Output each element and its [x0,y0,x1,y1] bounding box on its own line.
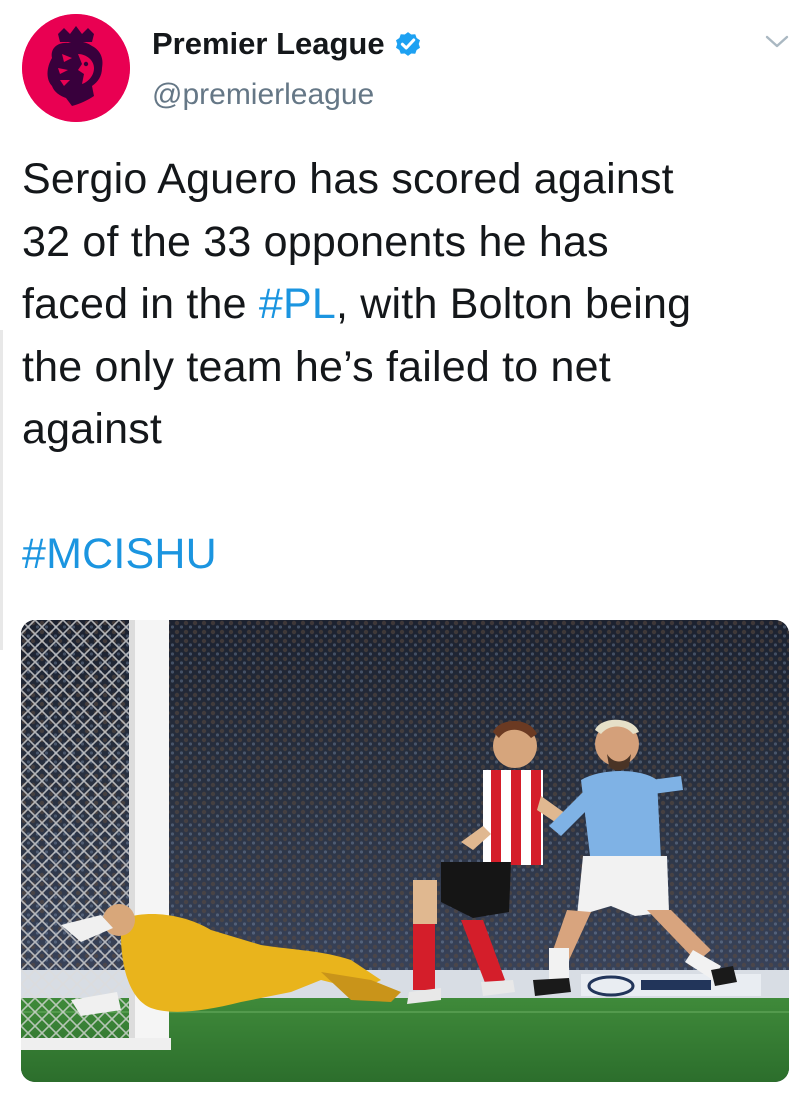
tweet-photo[interactable] [21,620,789,1082]
chevron-down-icon[interactable] [762,30,792,54]
lion-logo-icon [22,14,130,122]
account-handle[interactable]: @premierleague [152,78,374,112]
left-edge-divider [0,330,3,650]
hashtag-pl-link[interactable]: #PL [259,280,336,328]
tweet-line: the only team he’s failed to net [22,342,611,391]
tweet-line-text: , with Bolton being [336,280,692,328]
avatar[interactable] [22,14,130,122]
tweet-line: against [22,405,163,453]
display-name-text[interactable]: Premier League [152,26,385,62]
hashtag-mcishu-link[interactable]: #MCISHU [22,523,794,586]
display-name[interactable]: Premier League [152,26,423,62]
tweet-line: 32 of the 33 opponents he has [22,217,609,266]
verified-badge-icon [393,29,423,59]
tweet-line: Sergio Aguero has scored against [22,155,674,203]
tweet-line-text: faced in the [22,280,259,328]
football-photo [21,620,789,1082]
tweet-text: Sergio Aguero has scored against 32 of t… [22,148,794,586]
tweet-line: faced in the #PL, with Bolton being [22,273,794,336]
